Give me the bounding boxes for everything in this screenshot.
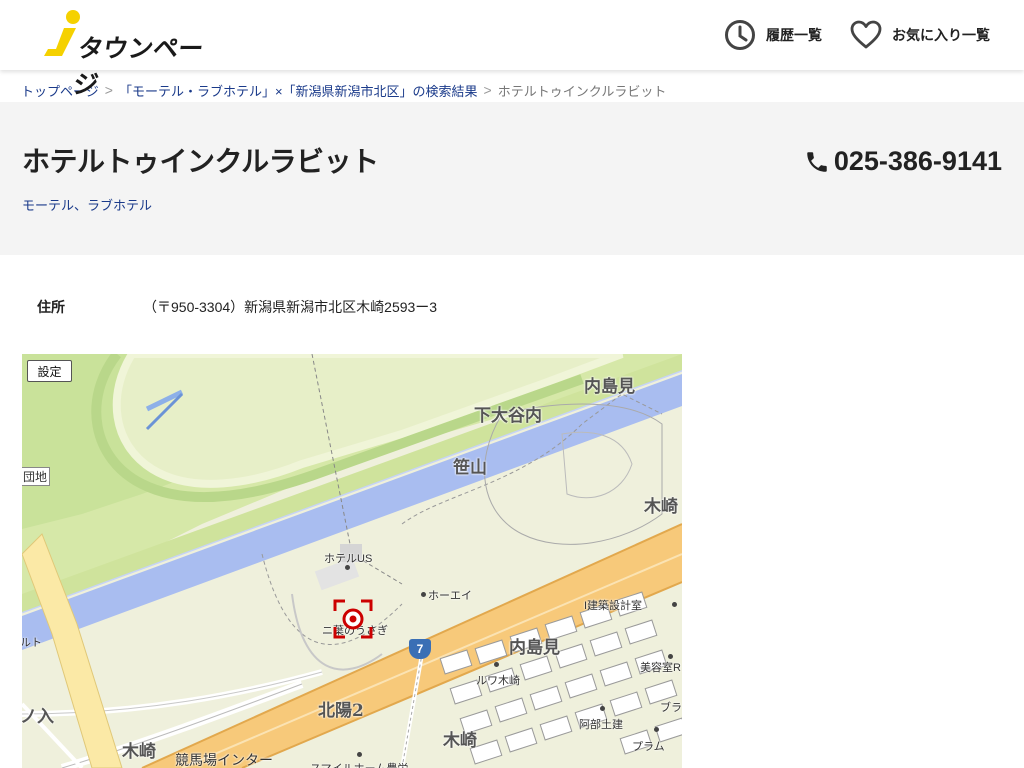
map-poi-dot [600,706,605,711]
breadcrumb-separator: > [483,82,492,98]
map-label: 下大谷内 [474,406,542,426]
map-label: 美容室R [640,662,681,674]
map-label: 木崎 [443,731,477,751]
location-marker-icon [333,599,373,639]
shop-name: ホテルトゥインクルラビット [22,146,379,177]
heart-icon [850,20,882,49]
shop-title-band: ホテルトゥインクルラビット モーテル、ラブホテル 025-386-9141 [0,102,1024,255]
map-label: 団地 [22,467,51,486]
phone-number-text: 025-386-9141 [833,146,1002,176]
map-label: I建築設計室 [584,600,643,612]
shop-category-link[interactable]: モーテル、ラブホテル [22,195,152,214]
logo-text: タウンページ [71,35,206,99]
map-label: ルト [22,637,42,649]
map-label: 笹山 [453,458,487,478]
map-label: 阿部土建 [579,719,623,731]
map-label: 競馬場インター [175,752,273,768]
map-label: ブラ [660,702,682,714]
favorites-label: お気に入り一覧 [892,27,990,43]
map-poi-dot [494,662,499,667]
map-settings-button[interactable]: 設定 [27,360,72,382]
breadcrumb-current: ホテルトゥインクルラビット [497,83,667,99]
address-value: （〒950-3304）新潟県新潟市北区木崎2593ー3 [143,299,438,315]
history-link[interactable]: 履歴一覧 [724,18,822,52]
map-poi-dot [421,592,426,597]
map[interactable]: 設定 内島見 下大谷内 笹山 木崎 団地 ホテルUS ホーエイ I建築設計室 ニ… [22,354,682,768]
target-marker-icon [333,599,373,639]
phone-number[interactable]: 025-386-9141 [804,146,1002,177]
map-label: ルワ木崎 [476,675,520,687]
map-label: ホーエイ [428,590,472,602]
map-label: ホテルUS [324,553,373,565]
history-label: 履歴一覧 [766,27,822,43]
map-poi-dot [357,752,362,757]
site-logo[interactable]: タウンページ [40,9,212,99]
map-label: 木崎 [644,497,678,517]
clock-icon [725,20,755,50]
map-label: 北陽2 [318,701,364,721]
map-poi-dot [654,727,659,732]
map-label: 内島見 [584,377,635,397]
phone-icon [807,151,827,172]
map-label: スマイルホーム豊栄 [310,760,408,768]
map-label: プラム [632,741,665,753]
favorites-link[interactable]: お気に入り一覧 [850,18,990,52]
map-label: 木崎 [122,742,156,762]
route-number-badge: 7 [409,639,431,659]
map-label: ノ入 [22,707,54,727]
site-header: タウンページ 履歴一覧 お気に入り一覧 [0,0,1024,99]
map-poi-dot [672,602,677,607]
map-label: 内島見 [509,638,560,658]
address-label: 住所 [37,299,65,315]
